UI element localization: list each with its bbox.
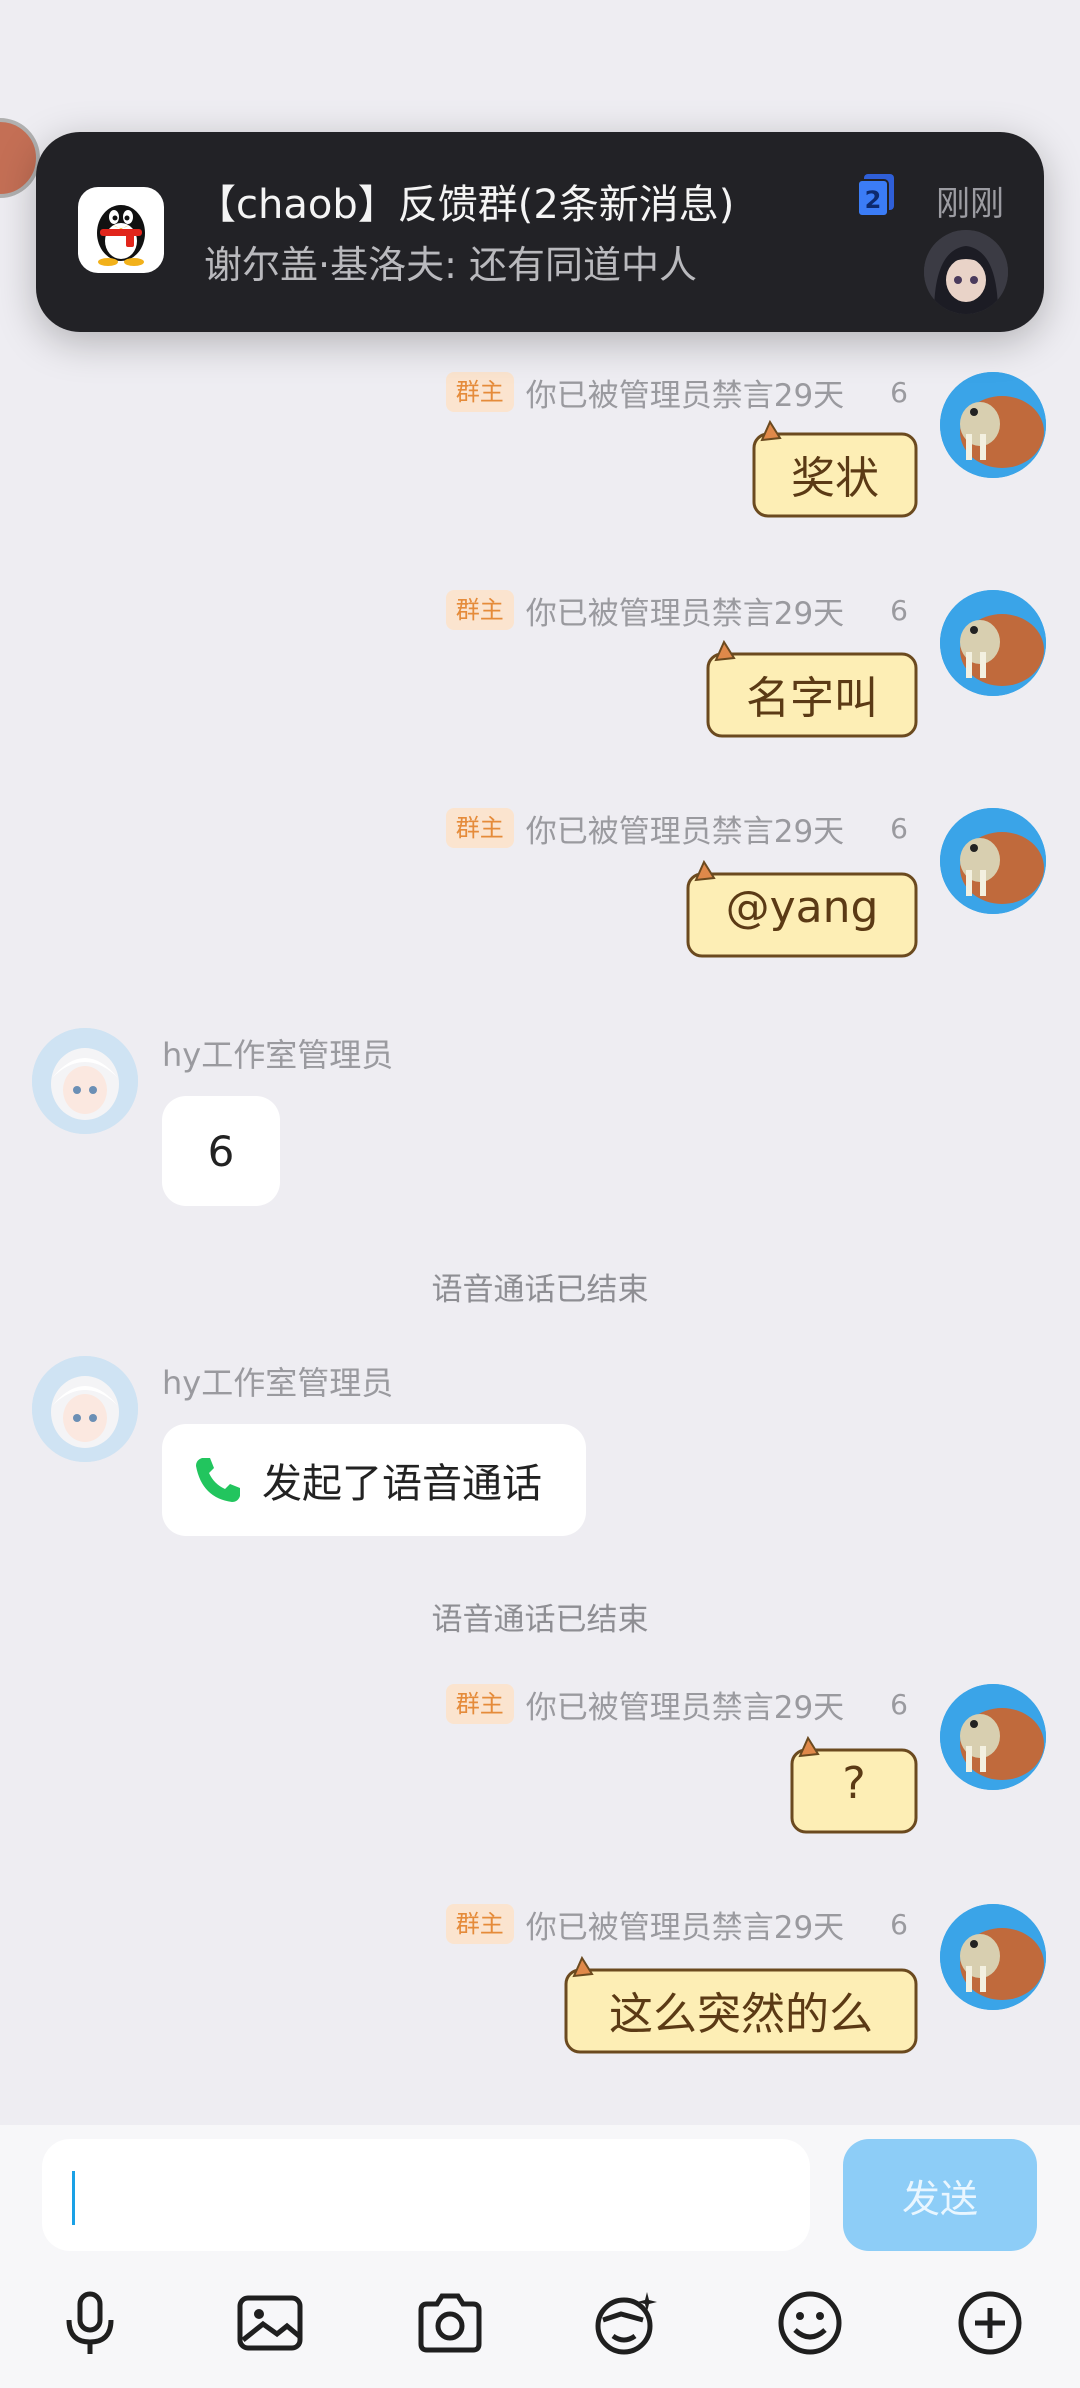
voice-call-bubble[interactable]: 发起了语音通话 (162, 1424, 586, 1536)
avatar[interactable] (940, 590, 1046, 696)
system-message: 语音通话已结束 (431, 1602, 649, 1638)
qq-app-icon (78, 187, 164, 273)
avatar[interactable] (32, 1356, 138, 1462)
member-level: 6 (890, 375, 908, 409)
message-bubble[interactable]: @yang (684, 860, 920, 960)
member-level: 6 (890, 811, 908, 845)
sender-name: hy工作室管理员 (162, 1364, 394, 1402)
owner-badge: 群主 (445, 1684, 514, 1724)
avatar[interactable] (940, 1904, 1046, 2010)
mute-status: 你已被管理员禁言29天 (525, 813, 845, 850)
message-text: 发起了语音通话 (262, 1461, 542, 1507)
mute-status: 你已被管理员禁言29天 (525, 1909, 845, 1946)
avatar[interactable] (0, 118, 40, 198)
notification-banner[interactable]: 【chaob】反馈群(2条新消息) 谢尔盖·基洛夫: 还有同道中人 2 刚刚 (36, 132, 1044, 332)
message-bubble[interactable]: 这么突然的么 (562, 1956, 920, 2056)
send-button[interactable]: 发送 (843, 2139, 1037, 2251)
message-text: @yang (725, 882, 879, 933)
avatar[interactable] (940, 808, 1046, 914)
text-caret (72, 2171, 75, 2225)
message-text: 这么突然的么 (609, 1989, 873, 2040)
mute-status: 你已被管理员禁言29天 (525, 1689, 845, 1726)
message-text: 6 (207, 1126, 235, 1176)
member-level: 6 (890, 593, 908, 627)
message-bubble[interactable]: 奖状 (750, 420, 920, 520)
message-text: ? (842, 1758, 866, 1809)
sticker-icon[interactable] (588, 2285, 664, 2361)
message-bubble[interactable]: 6 (162, 1096, 280, 1206)
camera-icon[interactable] (412, 2285, 488, 2361)
message-bubble[interactable]: ? (788, 1736, 920, 1836)
microphone-icon[interactable] (52, 2285, 128, 2361)
message-text: 奖状 (791, 453, 879, 504)
avatar[interactable] (940, 1684, 1046, 1790)
avatar[interactable] (940, 372, 1046, 478)
member-level: 6 (890, 1687, 908, 1721)
message-bubble[interactable]: 名字叫 (704, 640, 920, 740)
message-text: 名字叫 (746, 673, 878, 724)
member-level: 6 (890, 1907, 908, 1941)
message-meta: 群主 你已被管理员禁言29天 6 (445, 1684, 908, 1726)
message-count-icon: 2 (856, 174, 896, 218)
owner-badge: 群主 (445, 590, 514, 630)
message-meta: 群主 你已被管理员禁言29天 6 (445, 372, 908, 414)
sender-avatar (924, 230, 1008, 314)
owner-badge: 群主 (445, 808, 514, 848)
image-icon[interactable] (232, 2285, 308, 2361)
svg-text:2: 2 (865, 186, 882, 214)
system-message: 语音通话已结束 (431, 1272, 649, 1308)
message-input[interactable] (42, 2139, 810, 2251)
owner-badge: 群主 (445, 1904, 514, 1944)
input-bar: 发送 (0, 2125, 1080, 2388)
mute-status: 你已被管理员禁言29天 (525, 595, 845, 632)
avatar[interactable] (32, 1028, 138, 1134)
chat-area[interactable]: 【chaob】反馈群(2条新消息) 谢尔盖·基洛夫: 还有同道中人 2 刚刚 群… (0, 0, 1080, 2125)
owner-badge: 群主 (445, 372, 514, 412)
plus-icon[interactable] (952, 2285, 1028, 2361)
phone-icon (192, 1454, 244, 1506)
message-meta: 群主 你已被管理员禁言29天 6 (445, 808, 908, 850)
emoji-icon[interactable] (772, 2285, 848, 2361)
message-meta: 群主 你已被管理员禁言29天 6 (445, 590, 908, 632)
notification-time: 刚刚 (936, 184, 1004, 224)
message-meta: 群主 你已被管理员禁言29天 6 (445, 1904, 908, 1946)
sender-name: hy工作室管理员 (162, 1036, 394, 1074)
notification-title: 【chaob】反馈群(2条新消息) (196, 182, 735, 228)
mute-status: 你已被管理员禁言29天 (525, 377, 845, 414)
notification-body: 谢尔盖·基洛夫: 还有同道中人 (204, 243, 697, 287)
